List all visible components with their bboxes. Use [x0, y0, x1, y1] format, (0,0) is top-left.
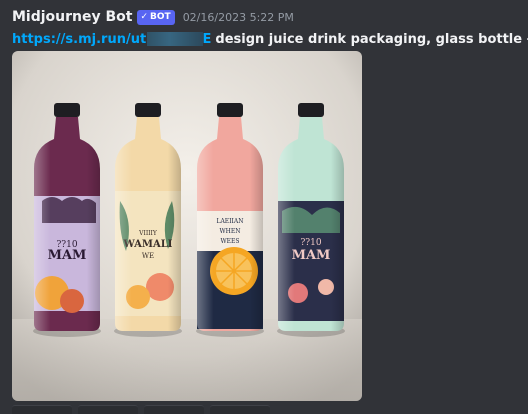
message-header: Midjourney Bot ✓ BOT 02/16/2023 5:22 PM [12, 6, 294, 28]
action-button-partial[interactable] [12, 405, 72, 414]
chat-message: Midjourney Bot ✓ BOT 02/16/2023 5:22 PM … [0, 0, 528, 414]
generated-image[interactable]: ??10 MAM VIIIIY WAMALI WE [12, 51, 362, 401]
verified-check-icon: ✓ [140, 11, 149, 22]
bot-badge-label: BOT [150, 11, 171, 22]
juice-bottles-illustration: ??10 MAM VIIIIY WAMALI WE [12, 51, 362, 401]
prompt-text: design juice drink packaging, glass bott… [215, 31, 528, 47]
prompt-link-tail[interactable]: E [203, 32, 212, 47]
action-button-partial[interactable] [78, 405, 138, 414]
redacted-link-segment [147, 32, 203, 46]
username[interactable]: Midjourney Bot [12, 9, 132, 25]
bot-badge: ✓ BOT [137, 9, 175, 25]
message-timestamp[interactable]: 02/16/2023 5:22 PM [183, 11, 294, 24]
prompt-link[interactable]: https://s.mj.run/ut [12, 32, 146, 47]
action-button-partial[interactable] [210, 405, 270, 414]
message-content: https://s.mj.run/ut E design juice drink… [12, 29, 528, 49]
action-button-partial[interactable] [144, 405, 204, 414]
button-row-partial [0, 405, 528, 414]
